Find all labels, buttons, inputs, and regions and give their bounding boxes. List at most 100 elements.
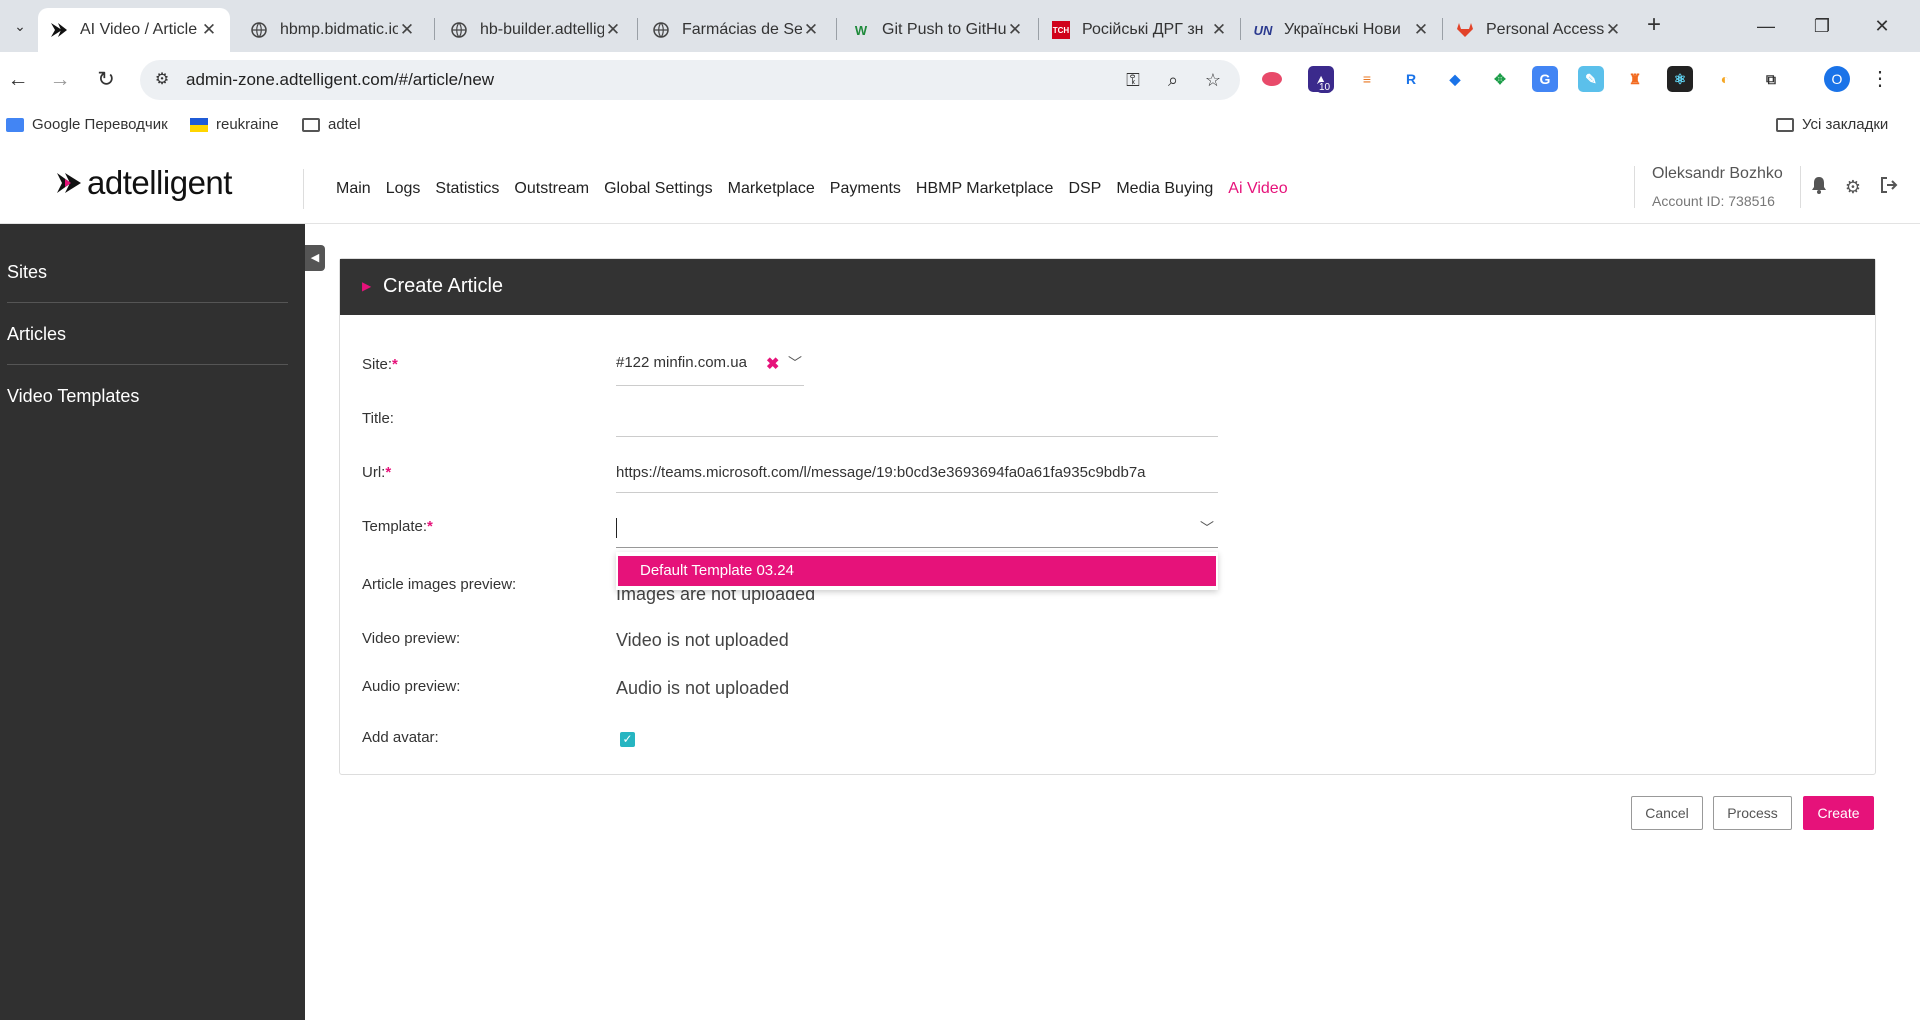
add-avatar-checkbox[interactable]: ✓ [620,732,635,747]
cancel-button[interactable]: Cancel [1631,796,1703,830]
new-tab-button[interactable]: + [1640,12,1668,40]
extension-lines-icon[interactable]: ≡ [1354,66,1380,92]
react-devtools-icon[interactable]: ⚛ [1667,66,1693,92]
all-bookmarks[interactable]: Усі закладки [1776,116,1888,133]
sidebar-item-articles[interactable]: Articles [7,324,287,345]
tab-separator [637,18,638,40]
tab-tsn[interactable]: TCH Російські ДРГ зн ✕ [1040,8,1240,52]
extension-orb-icon[interactable]: ◐ [1712,66,1738,92]
restore-button[interactable]: ❐ [1796,8,1848,44]
bookmark-google-translate[interactable]: Google Переводчик [6,116,168,133]
site-info-icon[interactable]: ⚙ [150,68,174,92]
tab-separator [1240,18,1241,40]
tab-close-icon[interactable]: ✕ [802,20,820,40]
forward-arrow-icon[interactable]: → [44,64,76,96]
chevron-down-icon[interactable]: ﹀ [1200,518,1214,538]
header-divider [303,169,304,209]
template-option[interactable]: Default Template 03.24 [618,556,1216,586]
extension-move-icon[interactable]: ✥ [1487,66,1513,92]
extension-r-icon[interactable]: R [1398,66,1424,92]
url-input[interactable]: https://teams.microsoft.com/l/message/19… [616,464,1218,481]
reload-icon[interactable]: ↻ [90,64,122,96]
extension-pink-icon[interactable] [1262,72,1282,86]
address-url[interactable]: admin-zone.adtelligent.com/#/article/new [186,70,494,90]
create-button[interactable]: Create [1803,796,1874,830]
extension-pen-icon[interactable]: ✎ [1578,66,1604,92]
un-logo-icon: UN [1253,22,1273,38]
tab-close-icon[interactable]: ✕ [200,20,218,40]
nav-ai-video[interactable]: Ai Video [1228,180,1287,198]
sidebar-item-video-templates[interactable]: Video Templates [7,386,287,407]
extensions-puzzle-icon[interactable]: ⧉ [1758,66,1784,92]
bookmark-reukraine[interactable]: reukraine [190,116,279,133]
nav-main[interactable]: Main [336,180,371,198]
w-logo-icon: W [854,22,868,38]
profile-avatar[interactable]: O [1824,66,1850,92]
google-translate-icon[interactable]: G [1532,66,1558,92]
bell-icon[interactable] [1808,176,1830,198]
nav-global-settings[interactable]: Global Settings [604,180,713,198]
text-cursor [616,518,617,538]
sidebar-item-sites[interactable]: Sites [7,262,287,283]
adtelligent-logo-icon [57,173,81,193]
site-label-text: Site: [362,356,393,373]
site-select[interactable]: #122 minfin.com.ua ✖ ﹀ [616,350,804,386]
tab-title: Git Push to GitHub [882,21,1006,38]
tab-title: Farmácias de Serviço [682,21,802,38]
bookmark-adtel[interactable]: adtel [302,116,361,133]
extension-badge: 10 [1316,82,1334,93]
extension-chess-icon[interactable]: ♜ [1622,66,1648,92]
globe-icon [652,21,670,39]
sidebar-divider [7,302,288,303]
gear-icon[interactable]: ⚙ [1842,176,1864,198]
gitlab-icon [1456,21,1474,39]
tab-title: hb-builder.adtelligent [480,21,604,38]
tab-git-push[interactable]: W Git Push to GitHub ✕ [840,8,1036,52]
tab-close-icon[interactable]: ✕ [604,20,622,40]
browser-menu-icon[interactable]: ⋮ [1870,64,1890,94]
close-window-button[interactable]: ✕ [1856,8,1908,44]
bookmark-star-icon[interactable]: ☆ [1200,67,1226,93]
nav-dsp[interactable]: DSP [1068,180,1101,198]
nav-statistics[interactable]: Statistics [435,180,499,198]
tab-close-icon[interactable]: ✕ [398,20,416,40]
extension-diamond-icon[interactable]: ◆ [1442,66,1468,92]
password-key-icon[interactable]: ⚿ [1120,67,1146,93]
tab-ukr-news[interactable]: UN Українські Нови ✕ [1242,8,1442,52]
back-arrow-icon[interactable]: ← [2,64,34,96]
tab-close-icon[interactable]: ✕ [1412,20,1430,40]
tab-close-icon[interactable]: ✕ [1604,20,1622,40]
user-name[interactable]: Oleksandr Bozhko [1652,165,1783,183]
title-input[interactable] [616,409,1218,437]
url-input-underline [616,492,1218,493]
nav-media-buying[interactable]: Media Buying [1116,180,1213,198]
nav-hbmp-marketplace[interactable]: HBMP Marketplace [916,180,1054,198]
add-avatar-label: Add avatar: [362,729,439,746]
url-label-text: Url: [362,464,386,481]
tab-ai-video-article[interactable]: AI Video / Article ✕ [38,8,230,52]
account-id: Account ID: 738516 [1652,193,1775,209]
tab-hbmp-bidmatic[interactable]: hbmp.bidmatic.io ✕ [238,8,428,52]
minimize-button[interactable]: — [1740,8,1792,44]
nav-logs[interactable]: Logs [386,180,421,198]
address-bar[interactable]: ⚙ admin-zone.adtelligent.com/#/article/n… [140,60,1240,100]
tab-farmacias[interactable]: Farmácias de Serviço ✕ [640,8,832,52]
tab-search-chevron-icon[interactable]: ⌄ [6,12,34,40]
nav-payments[interactable]: Payments [830,180,901,198]
template-select[interactable]: ﹀ [616,512,1218,548]
chevron-down-icon[interactable]: ﹀ [788,353,802,373]
tab-close-icon[interactable]: ✕ [1210,20,1228,40]
tab-close-icon[interactable]: ✕ [1006,20,1024,40]
tab-personal-access[interactable]: Personal Access ✕ [1444,8,1634,52]
logout-icon[interactable] [1878,176,1900,198]
site-label: Site:* [362,356,398,373]
triangle-icon: ▶ [362,279,372,293]
clear-icon[interactable]: ✖ [766,354,779,374]
tab-hb-builder[interactable]: hb-builder.adtelligent ✕ [438,8,634,52]
sidebar-collapse-button[interactable]: ◀ [305,245,325,271]
zoom-icon[interactable]: ⌕ [1160,67,1186,93]
nav-marketplace[interactable]: Marketplace [728,180,815,198]
process-button[interactable]: Process [1713,796,1792,830]
adtelligent-logo[interactable]: adtelligent [55,164,232,202]
nav-outstream[interactable]: Outstream [514,180,589,198]
